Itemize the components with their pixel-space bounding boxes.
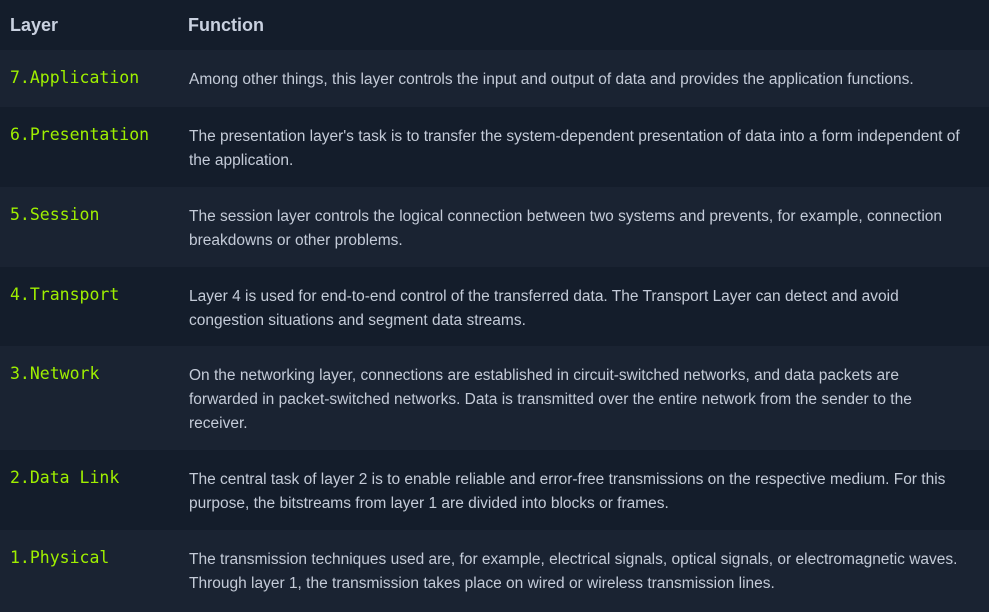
layer-function: Layer 4 is used for end-to-end control o… [189,288,899,329]
layer-function: The central task of layer 2 is to enable… [189,471,946,512]
table-row: 7.Application Among other things, this l… [0,50,989,107]
layer-function: The transmission techniques used are, fo… [189,551,958,592]
layer-name: 3.Network [10,364,100,383]
layer-function: The session layer controls the logical c… [189,208,943,249]
layer-name: 5.Session [10,205,100,224]
table-row: 2.Data Link The central task of layer 2 … [0,450,989,530]
osi-layers-table: Layer Function 7.Application Among other… [0,0,989,612]
table-row: 6.Presentation The presentation layer's … [0,107,989,187]
layer-name: 7.Application [10,68,140,87]
table-row: 1.Physical The transmission techniques u… [0,530,989,612]
layer-name: 4.Transport [10,285,120,304]
layer-name: 2.Data Link [10,468,120,487]
table-row: 3.Network On the networking layer, conne… [0,346,989,450]
layer-function: The presentation layer's task is to tran… [189,128,960,169]
column-header-layer: Layer [10,14,59,35]
layer-function: On the networking layer, connections are… [189,367,912,432]
table-header-row: Layer Function [0,0,989,50]
table-row: 4.Transport Layer 4 is used for end-to-e… [0,267,989,346]
column-header-function: Function [188,14,264,35]
layer-name: 1.Physical [10,548,110,567]
layer-name: 6.Presentation [10,125,150,144]
layer-function: Among other things, this layer controls … [189,71,914,88]
table-row: 5.Session The session layer controls the… [0,187,989,267]
